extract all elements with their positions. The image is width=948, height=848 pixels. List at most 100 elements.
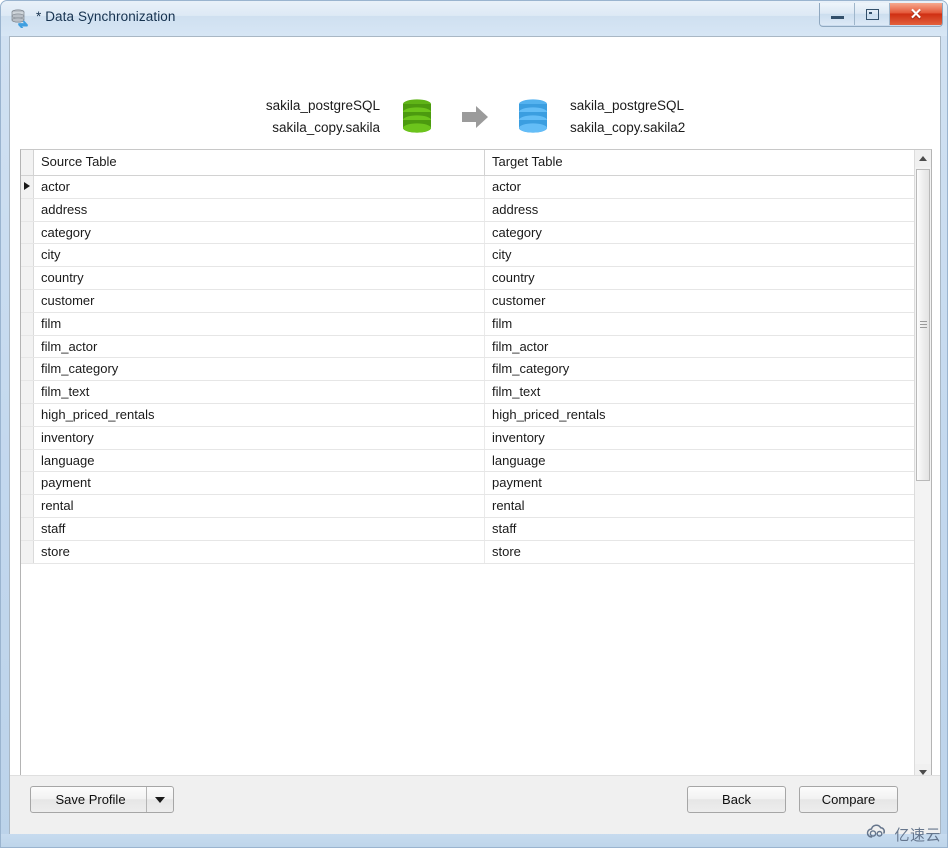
save-profile-dropdown-button[interactable] bbox=[146, 787, 173, 812]
row-selector[interactable] bbox=[21, 426, 34, 449]
target-table-cell[interactable]: high_priced_rentals bbox=[485, 404, 915, 426]
table-row[interactable]: inventory inventory bbox=[21, 426, 915, 450]
table-row[interactable]: actor actor bbox=[21, 176, 915, 199]
table-row[interactable]: payment payment bbox=[21, 472, 915, 496]
target-table-cell[interactable]: store bbox=[485, 541, 915, 563]
target-schema-label: sakila_copy.sakila2 bbox=[570, 120, 686, 135]
source-table-cell[interactable]: staff bbox=[34, 517, 485, 540]
source-table-cell[interactable]: address bbox=[34, 198, 485, 221]
target-table-cell[interactable]: category bbox=[485, 222, 915, 244]
target-table-cell[interactable]: film_actor bbox=[485, 336, 915, 358]
row-selector[interactable] bbox=[21, 358, 34, 381]
data-synchronization-window: * Data Synchronization ✕ sakila_postgreS… bbox=[0, 0, 948, 848]
grid-viewport: Source Table Target Table actor actor addr… bbox=[21, 150, 915, 781]
target-table-cell[interactable]: city bbox=[485, 244, 915, 266]
source-table-cell[interactable]: category bbox=[34, 221, 485, 244]
row-selector[interactable] bbox=[21, 244, 34, 267]
source-table-cell[interactable]: inventory bbox=[34, 426, 485, 449]
row-selector[interactable] bbox=[21, 267, 34, 289]
target-table-cell[interactable]: language bbox=[485, 450, 915, 472]
table-row[interactable]: rental rental bbox=[21, 495, 915, 518]
window-controls: ✕ bbox=[819, 3, 943, 27]
target-table-cell[interactable]: film bbox=[485, 313, 915, 335]
target-table-cell[interactable]: film_category bbox=[485, 358, 915, 380]
source-table-cell[interactable]: customer bbox=[34, 289, 485, 312]
table-row[interactable]: film_category film_category bbox=[21, 358, 915, 382]
chevron-up-icon bbox=[919, 156, 927, 161]
column-header-source-table[interactable]: Source Table bbox=[34, 150, 485, 175]
table-row[interactable]: store store bbox=[21, 540, 915, 564]
source-table-cell[interactable]: country bbox=[34, 267, 485, 289]
source-table-cell[interactable]: rental bbox=[34, 495, 485, 517]
caret-down-icon bbox=[155, 796, 165, 803]
source-table-cell[interactable]: film bbox=[34, 312, 485, 335]
source-table-cell[interactable]: language bbox=[34, 449, 485, 472]
source-table-cell[interactable]: film_category bbox=[34, 358, 485, 381]
table-row[interactable]: language language bbox=[21, 449, 915, 473]
target-table-cell[interactable]: staff bbox=[485, 518, 915, 540]
footer-bar: Save Profile Back Compare bbox=[10, 775, 940, 836]
row-selector[interactable] bbox=[21, 495, 34, 517]
target-table-cell[interactable]: customer bbox=[485, 290, 915, 312]
row-selector[interactable] bbox=[21, 517, 34, 540]
sync-summary-row: sakila_postgreSQL sakila_copy.sakila sak… bbox=[10, 95, 940, 139]
save-profile-label: Save Profile bbox=[55, 792, 126, 807]
source-table-cell[interactable]: actor bbox=[34, 176, 485, 198]
row-selector[interactable] bbox=[21, 540, 34, 563]
source-table-cell[interactable]: film_text bbox=[34, 381, 485, 403]
maximize-button[interactable] bbox=[855, 3, 890, 25]
table-row[interactable]: customer customer bbox=[21, 289, 915, 313]
row-selector[interactable] bbox=[21, 472, 34, 495]
table-row[interactable]: film_text film_text bbox=[21, 381, 915, 404]
title-bar: * Data Synchronization ✕ bbox=[1, 1, 947, 36]
row-selector[interactable] bbox=[21, 289, 34, 312]
row-selector[interactable] bbox=[21, 381, 34, 403]
client-area: sakila_postgreSQL sakila_copy.sakila sak… bbox=[9, 36, 941, 836]
target-table-cell[interactable]: payment bbox=[485, 472, 915, 494]
target-table-cell[interactable]: inventory bbox=[485, 427, 915, 449]
target-connection-label: sakila_postgreSQL bbox=[570, 98, 685, 113]
table-row[interactable]: city city bbox=[21, 244, 915, 268]
table-row[interactable]: staff staff bbox=[21, 517, 915, 541]
table-row[interactable]: category category bbox=[21, 221, 915, 245]
source-table-cell[interactable]: film_actor bbox=[34, 335, 485, 358]
vertical-scrollbar[interactable] bbox=[914, 150, 931, 781]
close-button[interactable]: ✕ bbox=[890, 3, 942, 25]
grid-header-row: Source Table Target Table bbox=[21, 150, 915, 176]
row-selector[interactable] bbox=[21, 449, 34, 472]
table-row[interactable]: address address bbox=[21, 198, 915, 222]
row-selector[interactable] bbox=[21, 403, 34, 426]
source-table-cell[interactable]: store bbox=[34, 540, 485, 563]
row-selector[interactable] bbox=[21, 198, 34, 221]
scroll-up-button[interactable] bbox=[915, 150, 931, 167]
table-row[interactable]: country country bbox=[21, 267, 915, 290]
target-table-cell[interactable]: rental bbox=[485, 495, 915, 517]
source-table-cell[interactable]: high_priced_rentals bbox=[34, 403, 485, 426]
source-schema-label: sakila_copy.sakila bbox=[272, 120, 380, 135]
row-selector[interactable] bbox=[21, 221, 34, 244]
row-selector[interactable] bbox=[21, 335, 34, 358]
save-profile-button[interactable]: Save Profile bbox=[30, 786, 174, 813]
window-bottom-edge bbox=[1, 834, 947, 847]
compare-button[interactable]: Compare bbox=[799, 786, 898, 813]
vertical-scrollbar-thumb[interactable] bbox=[916, 169, 930, 481]
row-selector[interactable] bbox=[21, 312, 34, 335]
table-row[interactable]: high_priced_rentals high_priced_rentals bbox=[21, 403, 915, 427]
target-database-icon bbox=[516, 98, 550, 136]
target-table-cell[interactable]: actor bbox=[485, 176, 915, 198]
target-table-cell[interactable]: address bbox=[485, 199, 915, 221]
table-mapping-grid: Source Table Target Table actor actor addr… bbox=[20, 149, 932, 798]
minimize-button[interactable] bbox=[820, 3, 855, 25]
table-row[interactable]: film_actor film_actor bbox=[21, 335, 915, 359]
target-table-cell[interactable]: film_text bbox=[485, 381, 915, 403]
column-header-target-table[interactable]: Target Table bbox=[485, 150, 915, 175]
row-selector-current[interactable] bbox=[21, 176, 34, 198]
grid-body: actor actor address address category category… bbox=[21, 176, 915, 564]
source-table-cell[interactable]: city bbox=[34, 244, 485, 267]
back-button[interactable]: Back bbox=[687, 786, 786, 813]
target-table-cell[interactable]: country bbox=[485, 267, 915, 289]
table-row[interactable]: film film bbox=[21, 312, 915, 336]
source-table-cell[interactable]: payment bbox=[34, 472, 485, 495]
sync-summary-panel: sakila_postgreSQL sakila_copy.sakila sak… bbox=[10, 37, 940, 147]
target-labels: sakila_postgreSQL sakila_copy.sakila2 bbox=[550, 95, 730, 139]
